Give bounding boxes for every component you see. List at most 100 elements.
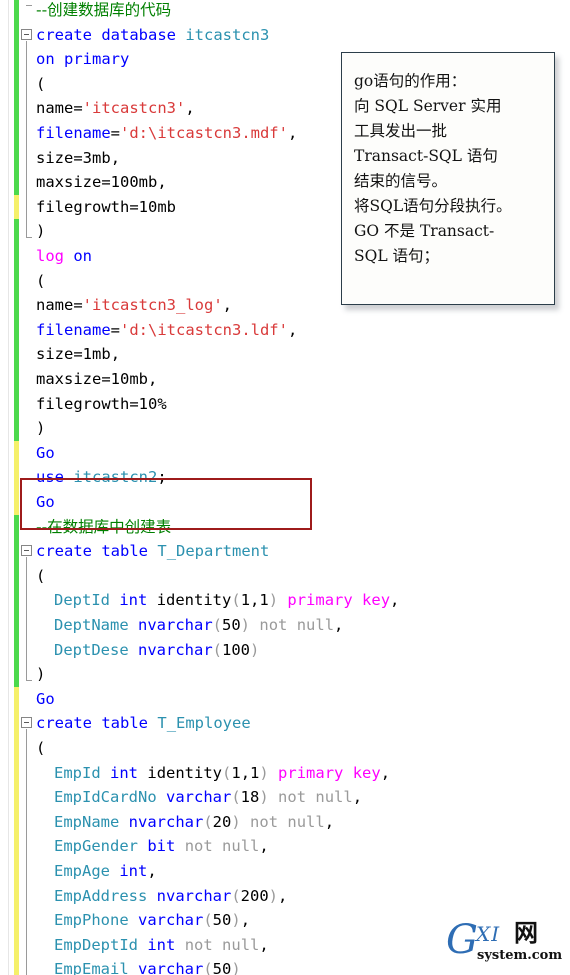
- code-token: (: [231, 591, 241, 610]
- code-token: itcastcn3: [185, 25, 270, 44]
- code-line[interactable]: (: [36, 72, 45, 97]
- code-line[interactable]: maxsize=10mb,: [36, 367, 157, 392]
- code-line[interactable]: size=3mb,: [36, 146, 120, 171]
- code-token: int: [119, 862, 148, 880]
- code-line[interactable]: filename='d:\itcastcn3.mdf',: [36, 121, 297, 146]
- code-token: (: [231, 788, 241, 807]
- code-line[interactable]: (: [36, 564, 45, 589]
- code-token: create: [36, 542, 92, 561]
- code-token: ): [231, 911, 241, 930]
- code-token: null: [222, 935, 260, 954]
- code-line[interactable]: EmpAge int,: [54, 859, 157, 884]
- code-line[interactable]: EmpAddress nvarchar(200),: [54, 884, 287, 909]
- code-token: not: [278, 788, 307, 807]
- code-token: T_Employee: [157, 714, 251, 733]
- code-line[interactable]: ): [36, 219, 45, 244]
- code-line[interactable]: log on: [36, 244, 92, 269]
- code-line[interactable]: --在数据库中创建表: [36, 515, 171, 540]
- code-token: ): [231, 960, 241, 975]
- code-line[interactable]: on primary: [36, 47, 129, 72]
- code-line[interactable]: filegrowth=10mb: [36, 195, 176, 220]
- code-line[interactable]: EmpName nvarchar(20) not null,: [54, 810, 334, 835]
- code-token: ): [36, 419, 46, 438]
- code-line[interactable]: create table T_Department: [36, 539, 269, 564]
- code-token: (: [36, 739, 46, 757]
- code-token: (: [203, 960, 213, 975]
- code-token: ,: [259, 935, 269, 954]
- code-token: EmpDeptId: [54, 935, 138, 954]
- code-line[interactable]: (: [36, 736, 45, 761]
- code-token: ): [250, 640, 260, 659]
- code-line[interactable]: EmpDeptId int not null,: [54, 933, 269, 958]
- code-token: EmpAddress: [54, 886, 148, 905]
- code-token: ): [36, 665, 46, 684]
- code-token: varchar: [138, 960, 204, 975]
- code-token: ,: [324, 812, 335, 831]
- code-line[interactable]: filename='d:\itcastcn3.ldf',: [36, 318, 297, 343]
- code-token: EmpPhone: [54, 911, 129, 930]
- code-token: EmpEmail: [54, 960, 129, 975]
- code-token: DeptId: [54, 591, 110, 610]
- code-line[interactable]: EmpGender bit not null,: [54, 834, 269, 859]
- code-token: 'd:\itcastcn3.mdf': [120, 124, 288, 142]
- code-token: database: [101, 25, 176, 44]
- code-line[interactable]: DeptName nvarchar(50) not null,: [54, 613, 343, 638]
- code-line[interactable]: name='itcastcn3_log',: [36, 293, 232, 318]
- code-token: ): [268, 591, 279, 610]
- code-token: table: [101, 714, 149, 733]
- code-line[interactable]: EmpEmail varchar(50): [54, 957, 241, 975]
- code-line[interactable]: name='itcastcn3',: [36, 96, 195, 121]
- code-token: ): [259, 788, 269, 807]
- code-token: name: [36, 296, 74, 315]
- code-token: not: [184, 837, 213, 856]
- code-line[interactable]: use itcastcn2;: [36, 465, 167, 490]
- code-token: filegrowth: [36, 197, 130, 216]
- code-line[interactable]: DeptDese nvarchar(100): [54, 638, 259, 663]
- code-line[interactable]: filegrowth=10%: [36, 392, 167, 417]
- code-token: key: [352, 763, 381, 782]
- code-token: bit: [147, 837, 176, 856]
- code-token: nvarchar: [138, 640, 213, 659]
- code-line[interactable]: ): [36, 662, 45, 687]
- code-token: =: [110, 320, 120, 339]
- code-line[interactable]: ): [36, 416, 45, 441]
- watermark-domain: system.com: [477, 948, 563, 963]
- code-token: 1,1: [240, 591, 269, 610]
- code-line[interactable]: EmpIdCardNo varchar(18) not null,: [54, 785, 362, 810]
- code-token: T_Department: [157, 542, 270, 561]
- go-statement-note: go语句的作用： 向 SQL Server 实用 工具发出一批 Transact…: [341, 52, 555, 305]
- code-line[interactable]: Go: [36, 687, 55, 712]
- code-token: (: [36, 271, 46, 290]
- code-token: size: [36, 148, 74, 167]
- code-token: ): [36, 222, 46, 241]
- code-line[interactable]: Go: [36, 490, 55, 515]
- code-line[interactable]: EmpId int identity(1,1) primary key,: [54, 761, 390, 786]
- code-line[interactable]: create database itcastcn3: [36, 23, 269, 48]
- code-line[interactable]: create table T_Employee: [36, 711, 251, 736]
- code-token: ): [259, 763, 269, 782]
- code-token: 10: [138, 197, 158, 216]
- code-line[interactable]: --创建数据库的代码: [36, 0, 171, 23]
- code-line[interactable]: (: [36, 269, 45, 294]
- code-token: DeptName: [54, 616, 129, 634]
- code-token: ,: [259, 837, 269, 856]
- code-line[interactable]: size=1mb,: [36, 342, 120, 367]
- code-token: 50: [212, 911, 232, 930]
- code-token: --在数据库中创建表: [36, 517, 172, 536]
- code-token: 20: [212, 812, 232, 831]
- code-token: int: [147, 935, 176, 954]
- code-line[interactable]: DeptId int identity(1,1) primary key,: [54, 588, 399, 613]
- code-line[interactable]: EmpPhone varchar(50),: [54, 908, 250, 933]
- code-line[interactable]: maxsize=100mb,: [36, 170, 167, 195]
- code-line[interactable]: Go: [36, 441, 55, 466]
- code-token: not: [184, 935, 213, 954]
